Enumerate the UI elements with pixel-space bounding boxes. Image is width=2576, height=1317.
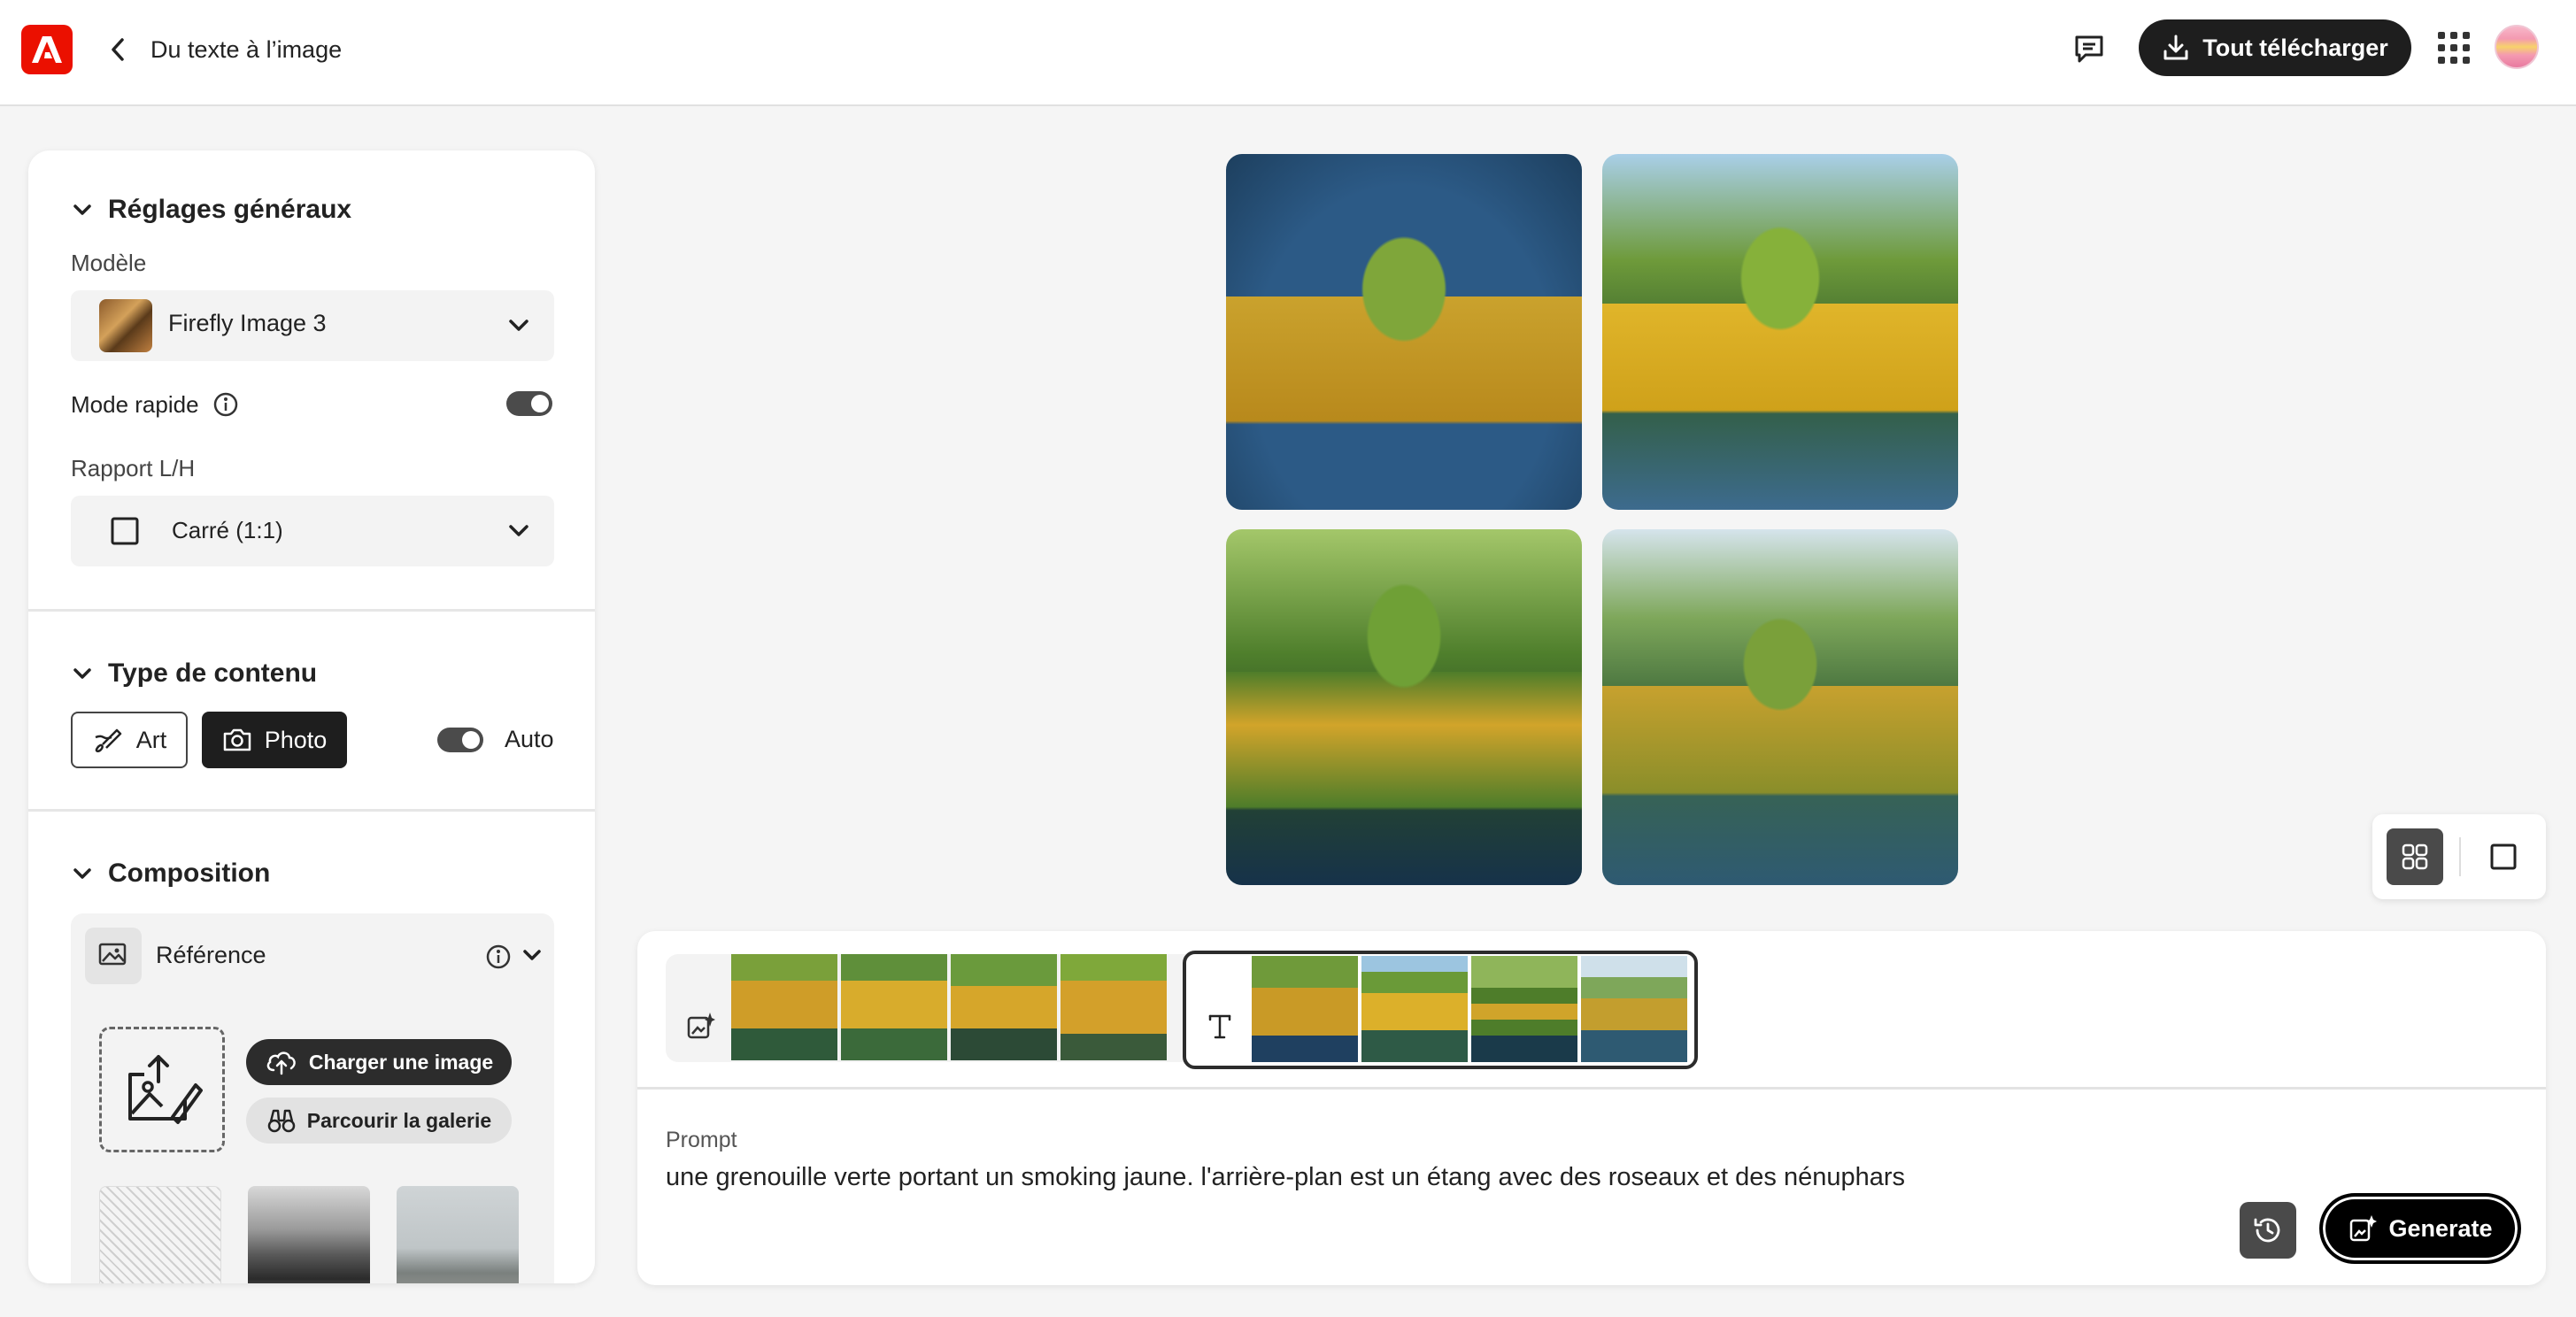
binoculars-icon: [267, 1109, 296, 1133]
generated-image-3[interactable]: [1226, 529, 1582, 885]
reference-style-bird-sketch[interactable]: [99, 1186, 221, 1283]
section-divider: [28, 609, 595, 612]
image-upload-icon: [128, 1055, 203, 1124]
browse-gallery-label: Parcourir la galerie: [306, 1108, 492, 1132]
content-type-title: Type de contenu: [108, 658, 318, 688]
aspect-ratio-label: Rapport L/H: [71, 455, 196, 481]
content-type-header[interactable]: Type de contenu: [73, 658, 317, 689]
upload-image-button[interactable]: Charger une image: [246, 1039, 512, 1085]
text-icon: [1192, 998, 1248, 1055]
single-view-button[interactable]: [2475, 828, 2532, 885]
divider: [637, 1087, 2546, 1090]
square-icon: [111, 517, 139, 545]
photo-label: Photo: [264, 726, 328, 753]
upload-image-label: Charger une image: [308, 1050, 494, 1074]
model-label: Modèle: [71, 250, 147, 276]
generate-button[interactable]: Generate: [2319, 1193, 2521, 1264]
grid-view-button[interactable]: [2387, 828, 2443, 885]
chevron-down-icon: [73, 868, 91, 879]
generated-image-1[interactable]: [1226, 154, 1582, 510]
download-icon: [2163, 35, 2188, 60]
chevron-down-icon: [73, 668, 91, 679]
auto-toggle[interactable]: [437, 728, 483, 752]
history-thumbnail[interactable]: [841, 954, 947, 1060]
info-icon[interactable]: [212, 391, 239, 418]
history-thumbnail[interactable]: [1361, 956, 1468, 1062]
model-thumbnail: [99, 299, 152, 352]
reference-style-living-room[interactable]: [397, 1186, 519, 1283]
generated-image-2[interactable]: [1602, 154, 1958, 510]
generate-sparkle-icon: [2350, 1215, 2378, 1242]
download-all-button[interactable]: Tout télécharger: [2139, 19, 2411, 76]
aspect-ratio-select[interactable]: Carré (1:1): [71, 496, 554, 566]
chevron-down-icon: [509, 525, 528, 536]
generate-label: Generate: [2388, 1214, 2493, 1242]
reference-label: Référence: [156, 942, 266, 968]
history-thumbnail[interactable]: [731, 954, 837, 1060]
history-thumbnail[interactable]: [1060, 954, 1167, 1060]
square-icon: [2490, 843, 2517, 870]
cloud-upload-icon: [266, 1051, 296, 1075]
adobe-logo[interactable]: [21, 25, 73, 74]
reference-panel: Référence Charger une image Parcourir la…: [71, 913, 554, 1283]
content-type-photo-button[interactable]: Photo: [202, 712, 347, 768]
camera-icon: [223, 728, 251, 751]
brush-icon: [95, 728, 121, 752]
history-thumbnail[interactable]: [951, 954, 1057, 1060]
fast-mode-toggle[interactable]: [506, 391, 552, 416]
chevron-down-icon: [73, 204, 91, 215]
generate-similar-icon: [673, 998, 729, 1055]
prompt-input[interactable]: une grenouille verte portant un smoking …: [666, 1163, 1905, 1192]
history-thumbnail[interactable]: [1471, 956, 1577, 1062]
download-all-label: Tout télécharger: [2202, 34, 2388, 61]
chevron-left-icon[interactable]: [104, 32, 131, 67]
content-type-art-button[interactable]: Art: [71, 712, 188, 768]
chevron-down-icon[interactable]: [522, 947, 542, 965]
history-group-reference[interactable]: [666, 954, 1202, 1062]
composition-title: Composition: [108, 859, 271, 888]
settings-sidebar: Réglages généraux Modèle Firefly Image 3…: [28, 150, 595, 1283]
history-group-text[interactable]: [1183, 951, 1698, 1069]
art-label: Art: [135, 726, 167, 753]
prompt-label: Prompt: [666, 1128, 737, 1152]
prompt-panel: Prompt une grenouille verte portant un s…: [637, 931, 2546, 1285]
reference-image-icon: [85, 928, 142, 984]
apps-grid-icon[interactable]: [2436, 30, 2472, 65]
auto-label: Auto: [505, 726, 554, 752]
divider: [2459, 837, 2461, 876]
aspect-ratio-value: Carré (1:1): [172, 517, 283, 543]
feedback-icon[interactable]: [2068, 28, 2110, 71]
generated-image-4[interactable]: [1602, 529, 1958, 885]
section-divider: [28, 809, 595, 812]
info-icon[interactable]: [485, 943, 512, 970]
model-select[interactable]: Firefly Image 3: [71, 290, 554, 361]
browse-gallery-button[interactable]: Parcourir la galerie: [246, 1098, 512, 1144]
history-thumbnail[interactable]: [1581, 956, 1687, 1062]
history-thumbnail[interactable]: [1252, 956, 1358, 1062]
upload-drop-zone[interactable]: [99, 1027, 225, 1152]
history-icon: [2254, 1218, 2280, 1243]
view-mode-switch: [2372, 814, 2546, 899]
grid-icon: [2402, 843, 2428, 870]
fast-mode-label: Mode rapide: [71, 391, 199, 418]
reference-style-mountain-landscape[interactable]: [248, 1186, 370, 1283]
prompt-history-button[interactable]: [2240, 1202, 2296, 1259]
model-value: Firefly Image 3: [168, 310, 327, 336]
composition-header[interactable]: Composition: [73, 859, 270, 889]
general-settings-header[interactable]: Réglages généraux: [73, 195, 351, 225]
avatar[interactable]: [2495, 25, 2539, 69]
top-bar: Du texte à l’image Tout télécharger: [0, 0, 2576, 106]
page-title: Du texte à l’image: [150, 36, 343, 63]
general-settings-title: Réglages généraux: [108, 195, 352, 224]
chevron-down-icon: [509, 320, 528, 331]
